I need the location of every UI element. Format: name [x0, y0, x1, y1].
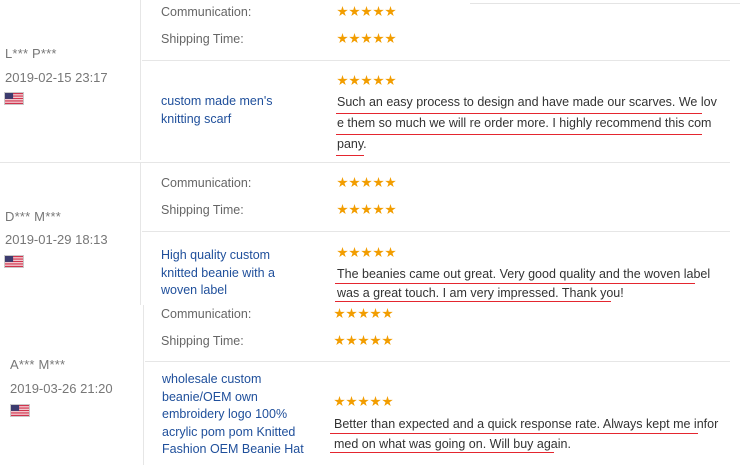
review-text: Such an easy process to design and have … [337, 92, 717, 155]
star-icon [373, 177, 384, 188]
star-icon [361, 6, 372, 17]
star-icon [349, 204, 360, 215]
star-icon [346, 308, 357, 319]
review-text-line: e them so much we will re order more. I … [337, 116, 712, 130]
annotation-underline [336, 113, 702, 114]
star-icon [337, 204, 348, 215]
star-icon [373, 247, 384, 258]
star-icon [370, 335, 381, 346]
star-icon [334, 335, 345, 346]
shipping-time-stars [337, 33, 396, 44]
star-icon [349, 75, 360, 86]
section-divider [142, 231, 730, 232]
review-text-line: pany. [337, 137, 367, 151]
star-icon [337, 247, 348, 258]
column-divider [140, 163, 141, 305]
us-flag-icon [10, 404, 30, 417]
section-divider [145, 361, 730, 362]
review-text-line: med on what was going on. Will buy again… [334, 437, 571, 451]
star-icon [373, 204, 384, 215]
reviewer-name: A*** M*** [10, 357, 66, 372]
review-stars [334, 396, 393, 407]
star-icon [361, 247, 372, 258]
communication-stars [337, 6, 396, 17]
reviewer-name: L*** P*** [5, 46, 57, 61]
communication-label: Communication: [161, 176, 252, 190]
review-divider [0, 162, 730, 163]
star-icon [337, 75, 348, 86]
star-icon [370, 396, 381, 407]
star-icon [385, 247, 396, 258]
shipping-time-stars [337, 204, 396, 215]
communication-label: Communication: [161, 5, 252, 19]
annotation-underline [336, 155, 364, 156]
star-icon [385, 204, 396, 215]
communication-label: Communication: [161, 307, 252, 321]
shipping-time-label: Shipping Time: [161, 334, 244, 348]
us-flag-icon [4, 255, 24, 268]
annotation-underline [330, 452, 554, 453]
star-icon [373, 75, 384, 86]
star-icon [349, 177, 360, 188]
star-icon [382, 308, 393, 319]
shipping-time-label: Shipping Time: [161, 32, 244, 46]
product-link[interactable]: High quality custom knitted beanie with … [161, 247, 286, 300]
review-date: 2019-03-26 21:20 [10, 381, 113, 396]
column-divider [140, 0, 141, 160]
annotation-underline [335, 301, 611, 302]
review-date: 2019-02-15 23:17 [5, 70, 108, 85]
review-text: Better than expected and a quick respons… [334, 414, 718, 454]
star-icon [349, 6, 360, 17]
star-icon [337, 6, 348, 17]
star-icon [358, 308, 369, 319]
star-icon [358, 335, 369, 346]
star-icon [382, 335, 393, 346]
star-icon [346, 335, 357, 346]
shipping-time-label: Shipping Time: [161, 203, 244, 217]
star-icon [373, 6, 384, 17]
annotation-underline [336, 134, 702, 135]
review-text-line: The beanies came out great. Very good qu… [337, 267, 711, 281]
annotation-underline [335, 283, 695, 284]
review-stars [337, 247, 396, 258]
review-text: The beanies came out great. Very good qu… [337, 265, 710, 303]
review-text-line: Better than expected and a quick respons… [334, 417, 719, 431]
star-icon [346, 396, 357, 407]
review-stars [337, 75, 396, 86]
annotation-underline [330, 433, 698, 434]
star-icon [373, 33, 384, 44]
star-icon [334, 396, 345, 407]
top-edge [470, 0, 740, 4]
review-date: 2019-01-29 18:13 [5, 232, 108, 247]
communication-stars [337, 177, 396, 188]
star-icon [361, 177, 372, 188]
shipping-time-stars [334, 335, 393, 346]
star-icon [361, 33, 372, 44]
us-flag-icon [4, 92, 24, 105]
star-icon [358, 396, 369, 407]
column-divider [143, 305, 144, 465]
star-icon [337, 33, 348, 44]
review-text-line: Such an easy process to design and have … [337, 95, 717, 109]
reviewer-name: D*** M*** [5, 209, 61, 224]
star-icon [385, 177, 396, 188]
star-icon [370, 308, 381, 319]
star-icon [385, 6, 396, 17]
star-icon [349, 247, 360, 258]
section-divider [142, 60, 730, 61]
star-icon [349, 33, 360, 44]
communication-stars [334, 308, 393, 319]
star-icon [361, 204, 372, 215]
star-icon [334, 308, 345, 319]
star-icon [385, 75, 396, 86]
star-icon [337, 177, 348, 188]
product-link[interactable]: custom made men's knitting scarf [161, 93, 301, 128]
star-icon [361, 75, 372, 86]
product-link[interactable]: wholesale custom beanie/OEM own embroide… [162, 371, 312, 459]
star-icon [382, 396, 393, 407]
star-icon [385, 33, 396, 44]
